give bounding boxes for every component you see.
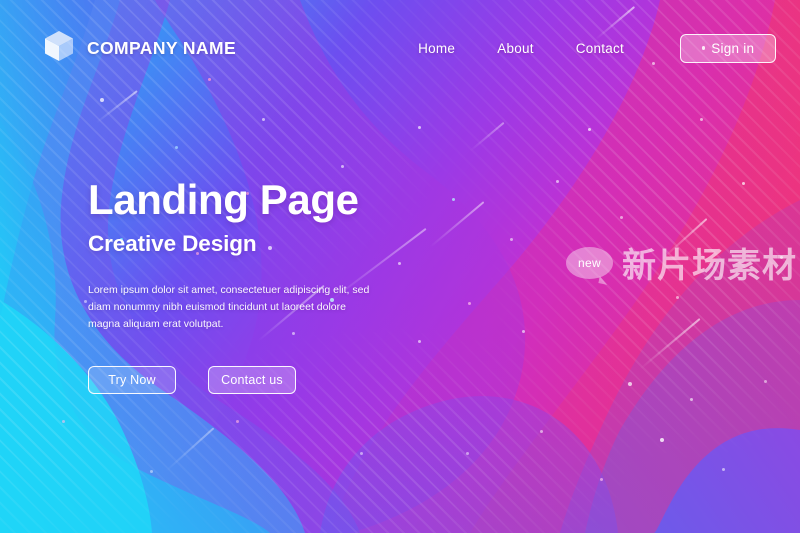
watermark-new-badge: new [566,246,613,279]
sign-in-button[interactable]: Sign in [680,33,776,63]
cta-row: Try Now Contact us [88,365,418,394]
main-nav: Home About Contact Sign in [418,33,776,63]
nav-item-contact[interactable]: Contact [576,41,624,56]
stock-watermark: new 新片场素材 [566,238,797,287]
cube-icon [44,30,74,67]
try-now-button[interactable]: Try Now [88,365,176,394]
nav-item-about[interactable]: About [497,41,534,56]
sign-in-label: Sign in [711,40,755,56]
page-title: Landing Page [88,176,359,223]
landing-page-canvas: COMPANY NAME Home About Contact Sign in … [0,0,800,533]
brand-name: COMPANY NAME [87,37,237,58]
bullet-icon [701,46,706,50]
watermark-text: 新片场素材 [622,246,797,286]
contact-us-button[interactable]: Contact us [208,365,296,394]
hero-section: Landing Page Creative Design Lorem ipsum… [88,178,418,394]
page-subtitle: Creative Design [88,230,257,256]
nav-item-home[interactable]: Home [418,41,455,56]
hero-description: Lorem ipsum dolor sit amet, consectetuer… [88,283,370,330]
brand-logo[interactable]: COMPANY NAME [44,30,236,67]
site-header: COMPANY NAME Home About Contact Sign in [0,0,800,96]
